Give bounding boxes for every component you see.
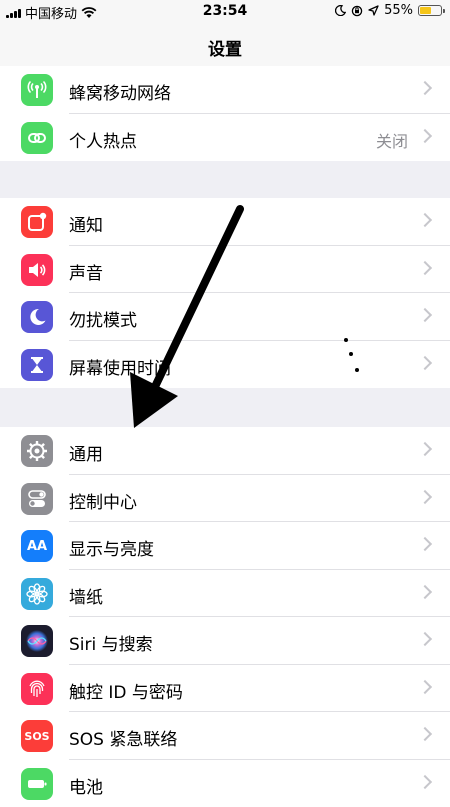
status-bar: 中国移动 23:54 55% xyxy=(0,0,450,22)
nav-bar: 设置 xyxy=(0,22,450,69)
location-arrow-icon xyxy=(368,5,379,16)
settings-row-cellular[interactable]: 蜂窝移动网络 xyxy=(0,66,450,114)
sos-icon: SOS xyxy=(21,720,53,752)
gear-icon xyxy=(21,435,53,467)
chevron-right-icon xyxy=(418,537,432,551)
settings-row-wallpaper[interactable]: 墙纸 xyxy=(0,570,450,618)
chevron-right-icon xyxy=(418,128,432,142)
settings-row-display[interactable]: AA 显示与亮度 xyxy=(0,522,450,570)
chevron-right-icon xyxy=(418,308,432,322)
settings-row-label: 通用 xyxy=(69,440,103,465)
settings-row-label: 墙纸 xyxy=(69,583,103,608)
settings-row-label: 电池 xyxy=(69,773,103,798)
moon-icon xyxy=(21,301,53,333)
settings-group-network: 蜂窝移动网络 个人热点 关闭 xyxy=(0,66,450,161)
chevron-right-icon xyxy=(418,632,432,646)
settings-row-label: 勿扰模式 xyxy=(69,306,137,331)
chevron-right-icon xyxy=(418,727,432,741)
chevron-right-icon xyxy=(418,260,432,274)
chevron-right-icon xyxy=(418,213,432,227)
settings-row-control-center[interactable]: 控制中心 xyxy=(0,475,450,523)
settings-group-notifications: 通知 声音 勿扰模式 xyxy=(0,198,450,388)
notification-icon xyxy=(21,206,53,238)
settings-row-do-not-disturb[interactable]: 勿扰模式 xyxy=(0,293,450,341)
settings-row-siri[interactable]: Siri 与搜索 xyxy=(0,617,450,665)
battery-level-fill xyxy=(420,7,431,14)
settings-row-label: 声音 xyxy=(69,259,103,284)
chevron-right-icon xyxy=(418,489,432,503)
settings-row-label: SOS 紧急联络 xyxy=(69,725,177,750)
status-right: 55% xyxy=(335,3,442,18)
settings-group-general: 通用 控制中心 AA 显示与亮度 xyxy=(0,427,450,807)
siri-icon xyxy=(21,625,53,657)
page-title: 设置 xyxy=(0,35,450,60)
chevron-right-icon xyxy=(418,584,432,598)
moon-status-icon xyxy=(335,5,346,16)
settings-row-screen-time[interactable]: 屏幕使用时间 xyxy=(0,341,450,389)
rotation-lock-icon xyxy=(351,5,363,17)
settings-row-label: 蜂窝移动网络 xyxy=(69,79,171,104)
settings-row-touch-id[interactable]: 触控 ID 与密码 xyxy=(0,665,450,713)
battery-status-icon xyxy=(418,5,442,16)
hotspot-link-icon xyxy=(21,122,53,154)
hotspot-status-value: 关闭 xyxy=(376,128,408,152)
settings-row-sounds[interactable]: 声音 xyxy=(0,246,450,294)
settings-row-general[interactable]: 通用 xyxy=(0,427,450,475)
battery-percent: 55% xyxy=(384,3,413,18)
settings-row-label: 触控 ID 与密码 xyxy=(69,678,183,703)
speaker-icon xyxy=(21,254,53,286)
cellular-antenna-icon xyxy=(21,74,53,106)
chevron-right-icon xyxy=(418,774,432,788)
settings-row-label: 控制中心 xyxy=(69,488,137,513)
settings-row-emergency-sos[interactable]: SOS SOS 紧急联络 xyxy=(0,712,450,760)
settings-row-hotspot[interactable]: 个人热点 关闭 xyxy=(0,114,450,162)
text-size-icon: AA xyxy=(21,530,53,562)
hourglass-icon xyxy=(21,349,53,381)
settings-row-label: 个人热点 xyxy=(69,127,137,152)
settings-row-label: Siri 与搜索 xyxy=(69,630,153,655)
battery-icon xyxy=(21,768,53,800)
chevron-right-icon xyxy=(418,442,432,456)
toggles-icon xyxy=(21,483,53,515)
settings-row-label: 显示与亮度 xyxy=(69,535,154,560)
settings-row-notifications[interactable]: 通知 xyxy=(0,198,450,246)
settings-row-label: 通知 xyxy=(69,211,103,236)
flower-icon xyxy=(21,578,53,610)
fingerprint-icon xyxy=(21,673,53,705)
chevron-right-icon xyxy=(418,81,432,95)
chevron-right-icon xyxy=(418,355,432,369)
settings-row-label: 屏幕使用时间 xyxy=(69,354,171,379)
chevron-right-icon xyxy=(418,679,432,693)
